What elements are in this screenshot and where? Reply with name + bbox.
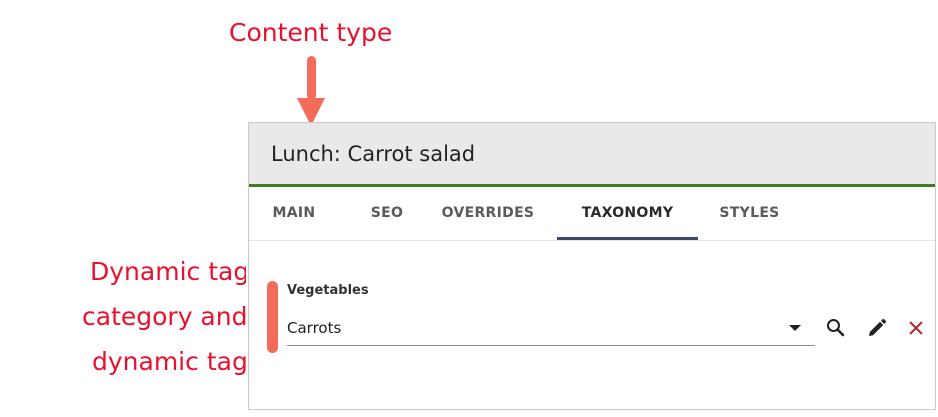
edit-button[interactable] — [865, 316, 889, 340]
pencil-icon — [869, 318, 887, 336]
dropdown-caret-icon[interactable] — [789, 325, 801, 331]
annotation-line-1: Dynamic tag — [90, 257, 246, 286]
tab-styles[interactable]: STYLES — [710, 187, 789, 240]
search-button[interactable] — [824, 316, 848, 340]
close-icon — [909, 321, 923, 335]
tab-taxonomy[interactable]: TAXONOMY — [557, 187, 698, 240]
annotation-arrow-shaft — [307, 56, 316, 100]
panel-title: Lunch: Carrot salad — [271, 141, 476, 166]
tab-seo[interactable]: SEO — [365, 187, 409, 240]
search-icon — [827, 319, 845, 337]
content-type-annotation: Content type — [229, 18, 393, 47]
remove-button[interactable] — [904, 316, 928, 340]
tab-bar: MAIN SEO OVERRIDES TAXONOMY STYLES — [249, 187, 935, 241]
tab-overrides[interactable]: OVERRIDES — [435, 187, 541, 240]
panel-header: Lunch: Carrot salad — [249, 123, 935, 187]
annotation-line-3: dynamic tag — [92, 347, 246, 376]
dynamic-tag-annotation: Dynamic tag category and dynamic tag — [0, 250, 246, 390]
tab-main[interactable]: MAIN — [261, 187, 327, 240]
content-editor-panel: Lunch: Carrot salad MAIN SEO OVERRIDES T… — [248, 122, 936, 410]
annotation-bracket — [267, 281, 278, 353]
vegetables-select-value: Carrots — [287, 319, 342, 337]
annotation-line-2: category and — [82, 302, 246, 331]
vegetables-field-label: Vegetables — [287, 283, 369, 298]
vegetables-select[interactable]: Carrots — [287, 313, 815, 346]
